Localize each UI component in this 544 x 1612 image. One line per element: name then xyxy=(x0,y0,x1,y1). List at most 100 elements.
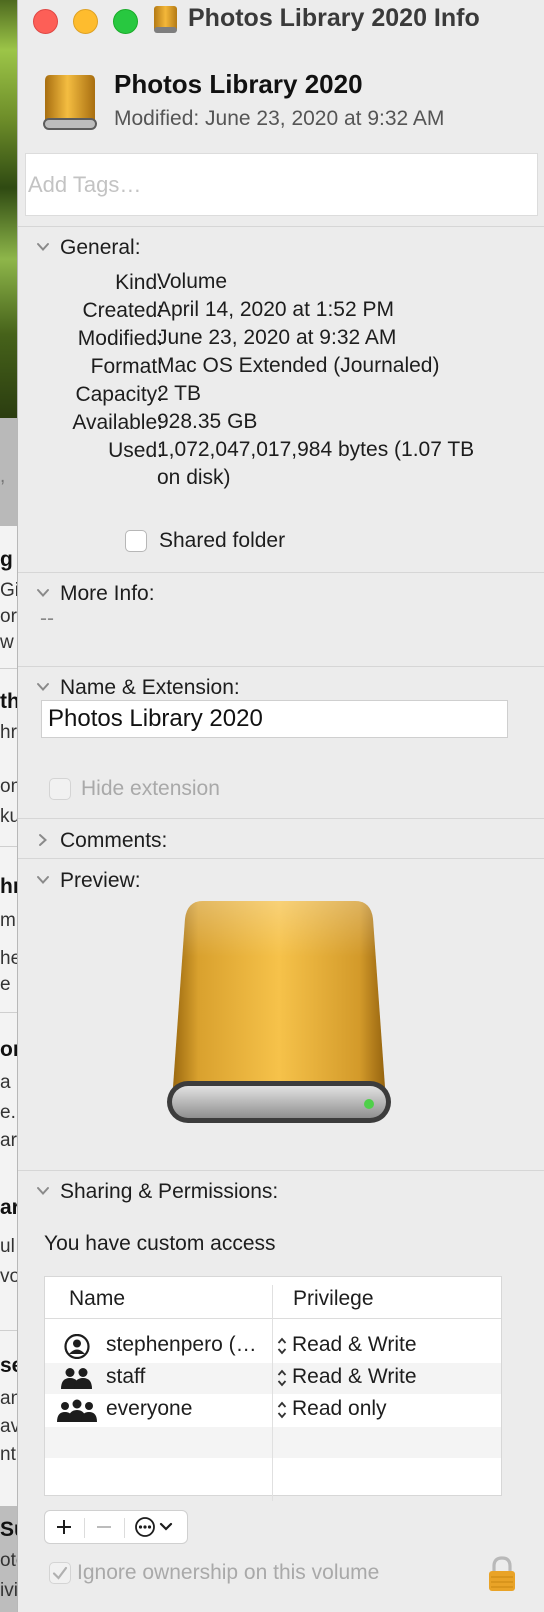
chevron-down-icon xyxy=(37,683,49,691)
checkmark-icon xyxy=(52,1566,68,1580)
background-photo xyxy=(0,0,17,418)
add-permission-button[interactable] xyxy=(45,1511,83,1543)
used-value: 1,072,047,017,984 bytes (1.07 TB xyxy=(157,438,475,461)
action-menu-button[interactable] xyxy=(125,1511,187,1543)
shared-folder-checkbox[interactable] xyxy=(125,530,147,552)
background-text: av xyxy=(0,1416,17,1437)
background-text: ar xyxy=(0,1130,17,1151)
background-text: he xyxy=(0,948,17,969)
section-divider xyxy=(18,226,544,227)
external-drive-preview-icon xyxy=(167,901,391,1123)
background-text: vo xyxy=(0,1266,17,1287)
background-divider xyxy=(0,1012,17,1013)
column-header-name[interactable]: Name xyxy=(69,1287,125,1311)
user-name: stephenpero (… xyxy=(106,1333,257,1356)
chevron-down-icon xyxy=(37,876,49,884)
background-divider xyxy=(0,668,17,669)
modified-value: June 23, 2020 at 9:32 AM xyxy=(157,326,397,349)
everyone-icon xyxy=(57,1399,97,1422)
updown-arrows-icon xyxy=(277,1369,287,1387)
lock-icon[interactable] xyxy=(487,1556,517,1592)
user-icon xyxy=(64,1334,90,1359)
created-label: Created: xyxy=(82,299,163,322)
ignore-ownership-label: Ignore ownership on this volume xyxy=(77,1561,380,1584)
background-text: m. xyxy=(0,910,17,931)
action-menu-icon xyxy=(135,1517,173,1537)
background-text: om xyxy=(0,776,17,797)
format-label: Format: xyxy=(90,355,163,378)
background-text: th xyxy=(0,690,17,713)
drive-icon xyxy=(154,6,177,33)
section-general-label: General: xyxy=(60,236,141,259)
updown-arrows-icon xyxy=(277,1337,287,1355)
background-text: se xyxy=(0,1354,17,1377)
background-text: ul xyxy=(0,1236,15,1257)
more-info-value: -- xyxy=(40,607,54,630)
column-separator xyxy=(272,1285,273,1501)
background-text: w xyxy=(0,632,14,653)
privilege-popup[interactable]: Read & Write xyxy=(292,1365,417,1389)
background-text: oto xyxy=(0,1550,17,1571)
privilege-popup[interactable]: Read & Write xyxy=(292,1333,417,1357)
permission-row[interactable]: stephenpero (… Read & Write xyxy=(45,1331,501,1362)
section-divider xyxy=(18,1170,544,1171)
column-header-privilege[interactable]: Privilege xyxy=(293,1287,374,1311)
background-text: Gif xyxy=(0,580,17,601)
background-text: ore xyxy=(0,606,17,627)
zoom-button[interactable] xyxy=(113,9,138,34)
close-button[interactable] xyxy=(33,9,58,34)
tags-field[interactable] xyxy=(25,153,538,216)
background-divider xyxy=(0,846,17,847)
background-text: g xyxy=(0,548,13,571)
section-sharing-toggle[interactable]: Sharing & Permissions: xyxy=(18,1177,544,1207)
background-text: Su xyxy=(0,1518,17,1541)
format-value: Mac OS Extended (Journaled) xyxy=(157,354,440,377)
remove-permission-button[interactable] xyxy=(85,1511,123,1543)
background-text: hri xyxy=(0,722,17,743)
section-name-extension-label: Name & Extension: xyxy=(60,676,240,699)
minimize-button[interactable] xyxy=(73,9,98,34)
section-preview-toggle[interactable]: Preview: xyxy=(18,866,544,896)
hide-extension-label: Hide extension xyxy=(81,777,220,800)
capacity-value: 2 TB xyxy=(157,382,201,405)
chevron-down-icon xyxy=(37,243,49,251)
ignore-ownership-checkbox[interactable] xyxy=(49,1562,71,1584)
background-text: , xyxy=(0,466,6,487)
background-text: hr xyxy=(0,875,17,898)
background-text: ivi xyxy=(0,1580,17,1601)
permissions-table: Name Privilege stephenpero (… Read & Wri… xyxy=(44,1276,502,1501)
item-name: Photos Library 2020 xyxy=(114,69,363,99)
modified-label: Modified: xyxy=(77,327,163,350)
chevron-down-icon xyxy=(37,589,49,597)
section-name-extension-toggle[interactable]: Name & Extension: xyxy=(18,673,544,703)
background-text: a xyxy=(0,1072,11,1093)
remove-icon xyxy=(97,1526,111,1528)
section-preview-label: Preview: xyxy=(60,869,141,892)
created-value: April 14, 2020 at 1:52 PM xyxy=(157,298,394,321)
section-comments-toggle[interactable]: Comments: xyxy=(18,826,544,856)
user-name: everyone xyxy=(106,1397,193,1420)
available-label: Available: xyxy=(72,411,163,434)
privilege-popup[interactable]: Read only xyxy=(292,1397,387,1421)
permission-row[interactable]: staff Read & Write xyxy=(45,1363,501,1394)
chevron-down-icon xyxy=(37,1187,49,1195)
section-general-toggle[interactable]: General: xyxy=(18,233,544,263)
permission-row[interactable]: everyone Read only xyxy=(45,1395,501,1426)
name-field[interactable] xyxy=(41,700,508,738)
volume-icon xyxy=(43,75,97,130)
section-sharing-label: Sharing & Permissions: xyxy=(60,1180,279,1203)
user-name: staff xyxy=(106,1365,146,1388)
empty-row xyxy=(45,1427,501,1458)
add-icon xyxy=(57,1520,71,1534)
background-window-strip: , g Gif ore w th hri om ku hr m. he e u … xyxy=(0,0,17,1612)
background-text: or xyxy=(0,1038,17,1061)
info-window: Photos Library 2020 Info Photos Library … xyxy=(17,0,544,1612)
background-text: nt xyxy=(0,1444,16,1465)
hide-extension-checkbox[interactable] xyxy=(49,778,71,800)
section-comments-label: Comments: xyxy=(60,829,168,852)
section-divider xyxy=(18,858,544,859)
item-modified-date: Modified: June 23, 2020 at 9:32 AM xyxy=(114,107,445,130)
section-more-info-toggle[interactable]: More Info: xyxy=(18,579,544,609)
empty-row xyxy=(45,1459,501,1490)
background-text: e u xyxy=(0,974,17,995)
